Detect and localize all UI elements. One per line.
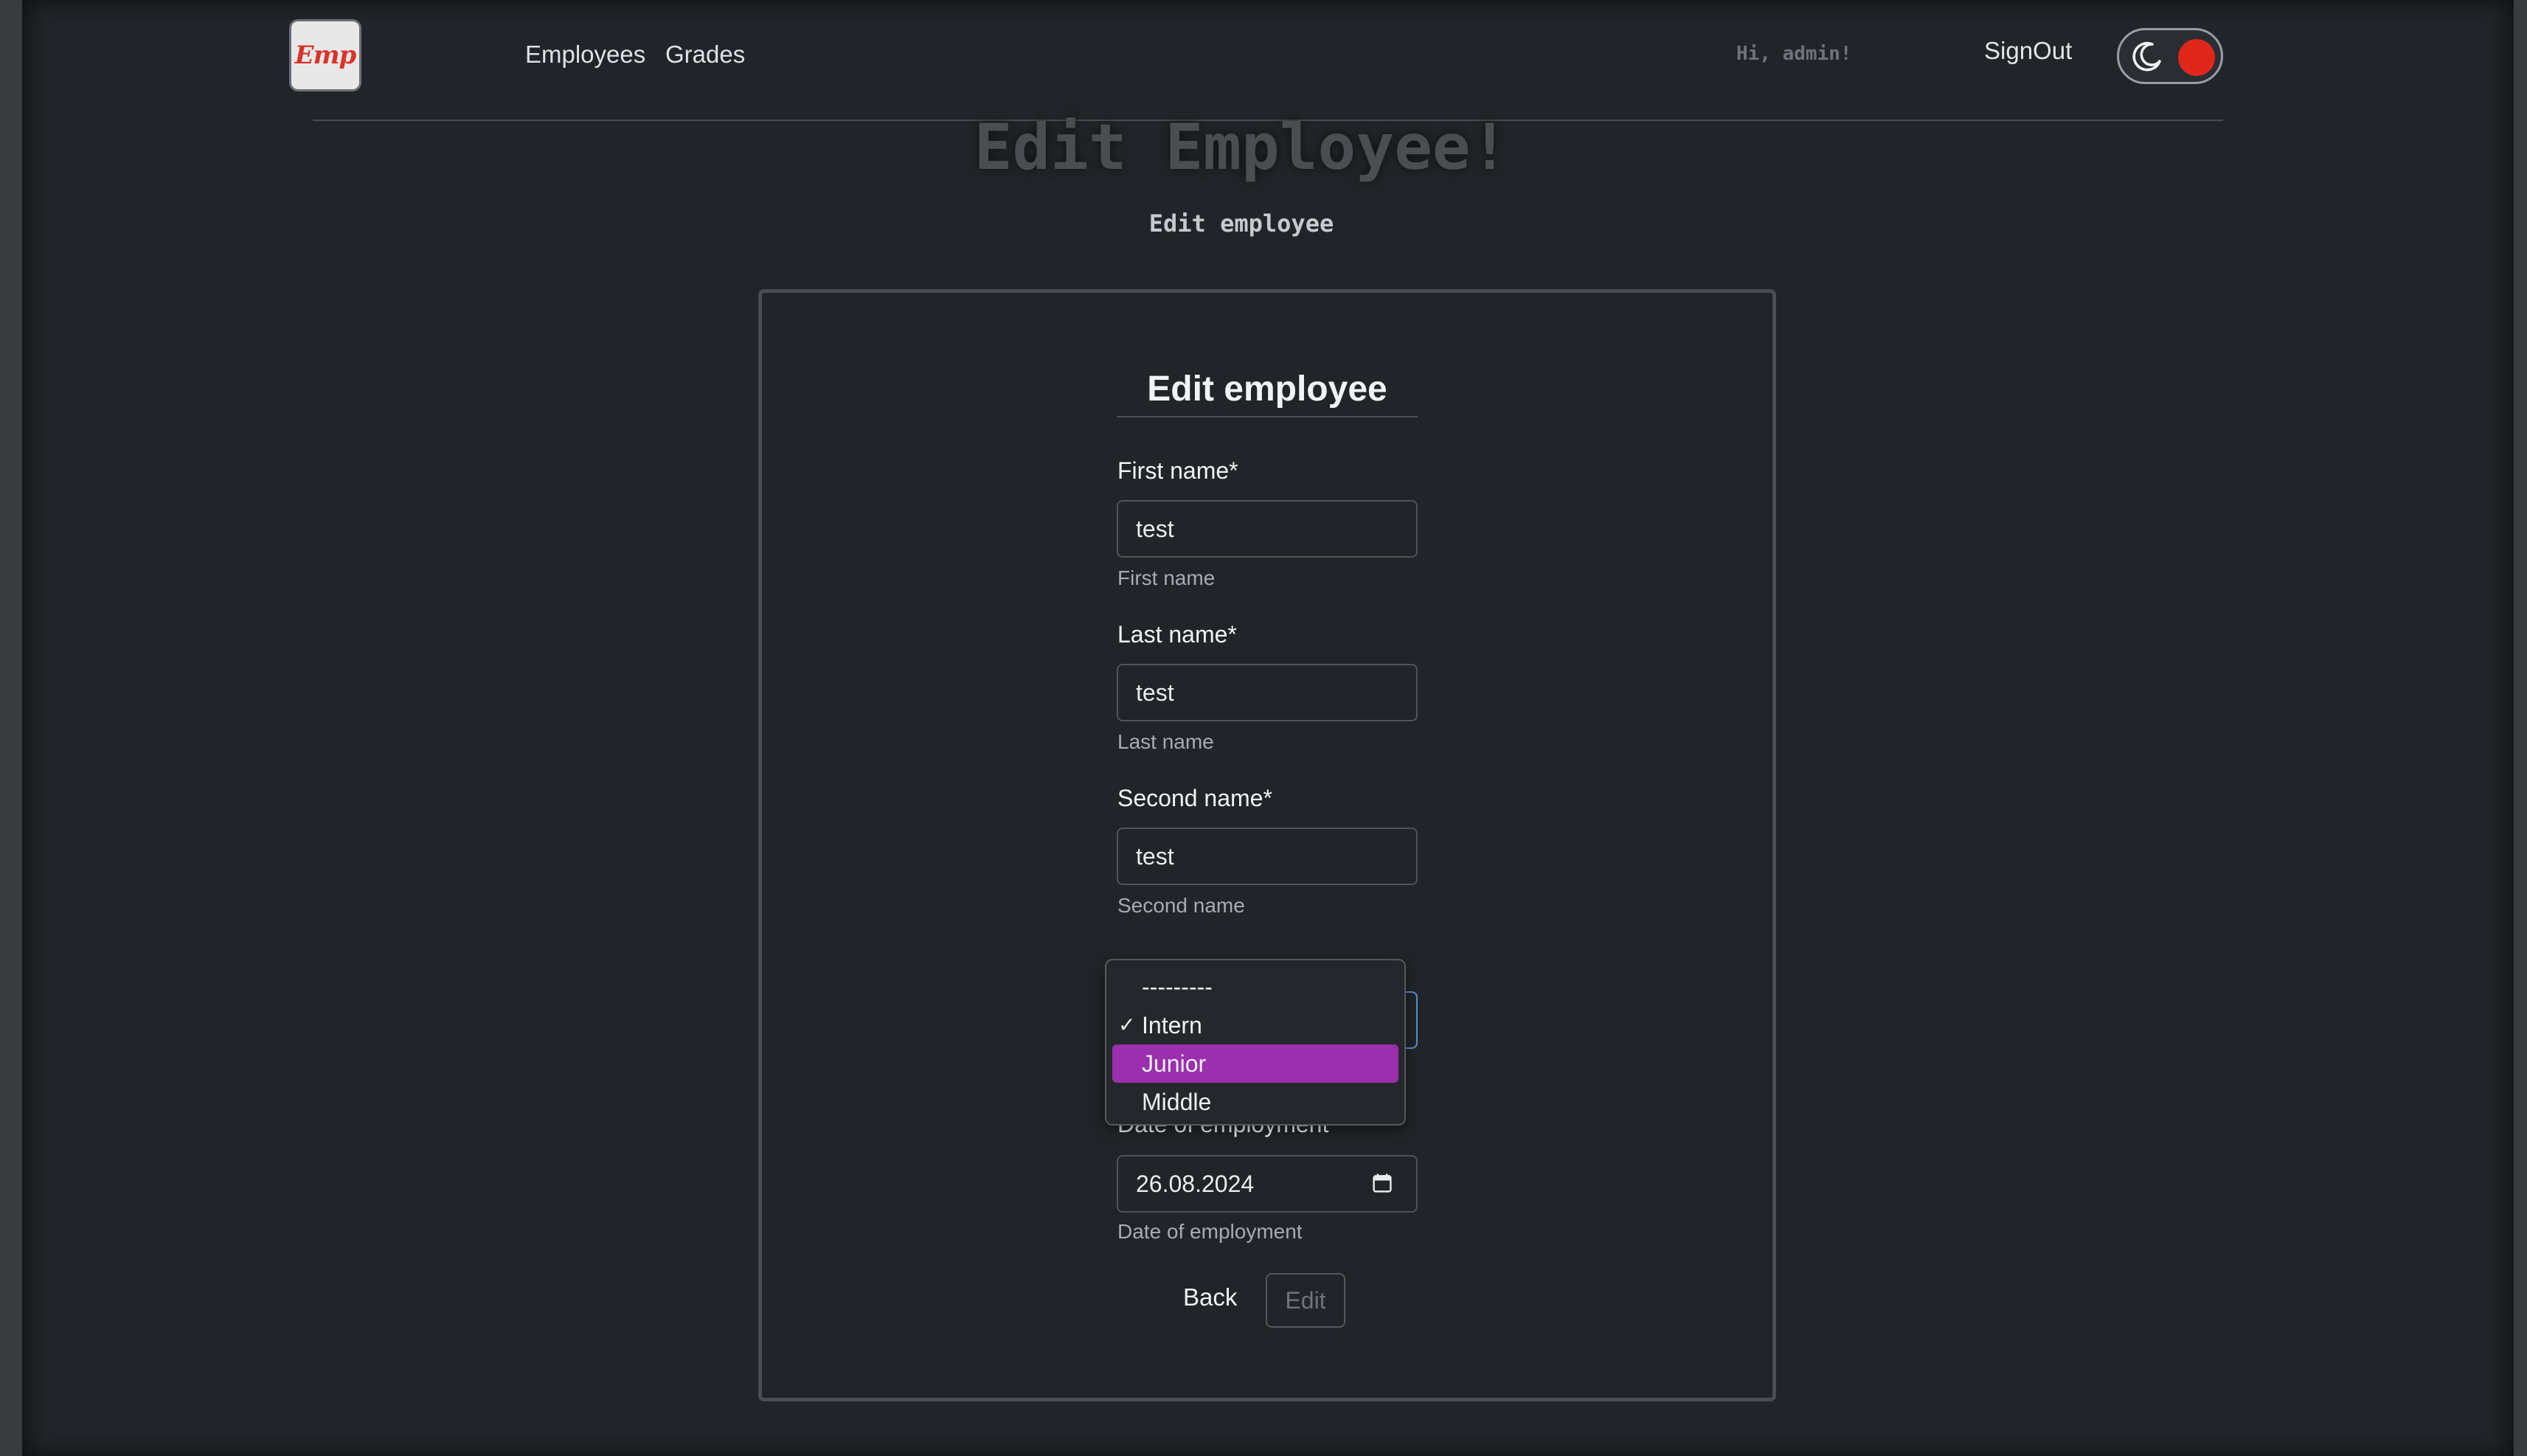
greeting-text: Hi, admin! bbox=[1736, 43, 1852, 65]
date-help: Date of employment bbox=[1117, 1220, 1303, 1243]
grade-option-middle[interactable]: Middle bbox=[1112, 1083, 1398, 1121]
edit-button[interactable]: Edit bbox=[1266, 1273, 1345, 1328]
signout-link[interactable]: SignOut bbox=[1984, 37, 2072, 65]
grade-option-junior[interactable]: Junior bbox=[1112, 1044, 1398, 1083]
first-name-help: First name bbox=[1117, 566, 1216, 589]
second-name-label: Second name* bbox=[1117, 785, 1272, 811]
toggle-knob bbox=[2178, 39, 2215, 76]
nav-grades[interactable]: Grades bbox=[665, 41, 745, 69]
calendar-icon[interactable] bbox=[1372, 1173, 1393, 1193]
last-name-label: Last name* bbox=[1117, 621, 1237, 648]
grade-option-label: Intern bbox=[1142, 1011, 1202, 1039]
grade-dropdown-menu: --------- ✓ Intern Junior Middle bbox=[1105, 959, 1406, 1126]
first-name-input[interactable]: test bbox=[1117, 500, 1418, 558]
grade-option-intern[interactable]: ✓ Intern bbox=[1112, 1006, 1398, 1044]
logo[interactable]: Emp bbox=[289, 19, 361, 91]
form-title: Edit employee bbox=[1147, 370, 1387, 409]
grade-option-label: Middle bbox=[1142, 1088, 1212, 1115]
page-subtitle: Edit employee bbox=[1148, 209, 1334, 238]
back-button[interactable]: Back bbox=[1183, 1283, 1237, 1311]
grade-option-label: Junior bbox=[1142, 1050, 1207, 1077]
first-name-label: First name* bbox=[1117, 457, 1238, 484]
form-title-underline bbox=[1117, 416, 1418, 417]
second-name-input[interactable]: test bbox=[1117, 828, 1418, 885]
checkmark-icon: ✓ bbox=[1118, 1013, 1136, 1036]
grade-option[interactable]: --------- bbox=[1112, 968, 1398, 1006]
logo-text: Emp bbox=[294, 41, 357, 70]
page-title: Edit Employee! bbox=[974, 111, 1509, 184]
theme-toggle[interactable] bbox=[2117, 28, 2223, 84]
second-name-help: Second name bbox=[1117, 894, 1245, 917]
last-name-help: Last name bbox=[1117, 730, 1214, 753]
last-name-input[interactable]: test bbox=[1117, 664, 1418, 721]
grade-option-label: --------- bbox=[1142, 973, 1213, 1000]
nav-employees[interactable]: Employees bbox=[525, 41, 645, 69]
moon-icon bbox=[2132, 41, 2161, 72]
